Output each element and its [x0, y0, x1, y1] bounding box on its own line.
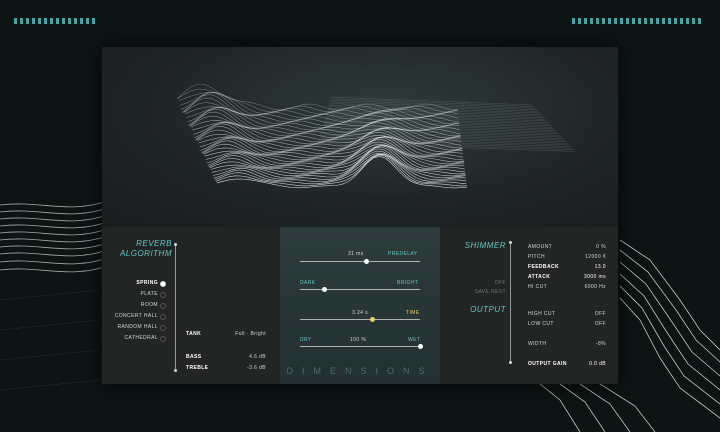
waterfall-trace: [214, 154, 467, 185]
center-controls-panel: 31 ms PREDELAY DARK BRIGHT 3.24 s TIME D…: [280, 227, 440, 384]
grid-line: [331, 98, 534, 107]
shimmer-side-save[interactable]: SAVE NEXT: [448, 289, 506, 295]
shimmer-param-value[interactable]: 6000 Hz: [570, 284, 606, 290]
grid-line: [320, 132, 566, 141]
brand-logo: DIMENSIONS: [286, 366, 434, 376]
grid-line: [317, 141, 575, 150]
algorithm-radio[interactable]: [160, 281, 166, 287]
tone-slider-track[interactable]: [300, 289, 420, 290]
waterfall-plot: [176, 83, 576, 189]
drywet-slider-track[interactable]: [300, 346, 420, 347]
time-label: TIME: [406, 310, 420, 316]
drywet-slider-knob[interactable]: [417, 344, 423, 349]
grid-line: [327, 111, 546, 120]
algorithm-option[interactable]: CATHEDRAL: [106, 335, 158, 341]
tone-slider-knob[interactable]: [321, 287, 327, 292]
algorithm-radio[interactable]: [160, 336, 166, 342]
output-param-value[interactable]: OFF: [570, 321, 606, 327]
shimmer-param-value[interactable]: 0 %: [570, 244, 606, 250]
output-param-value[interactable]: -8%: [570, 341, 606, 347]
algorithm-panel: REVERB ALGORITHM SPRING PLATE ROOM CONCERT …: [102, 227, 280, 384]
top-left-indicator-strip: [14, 18, 95, 24]
output-param-label: LOW CUT: [528, 321, 554, 327]
output-param-label: HIGH CUT: [528, 311, 556, 317]
algorithm-radio[interactable]: [160, 314, 166, 320]
output-param-value[interactable]: 0.0 dB: [570, 361, 606, 367]
predelay-slider-track[interactable]: [300, 261, 420, 262]
algorithm-radio[interactable]: [160, 303, 166, 309]
time-slider-track[interactable]: [300, 319, 420, 320]
shimmer-param-label: PITCH: [528, 254, 545, 260]
drywet-value: 100 %: [350, 337, 367, 343]
shimmer-output-panel: SHIMMER OFF SAVE NEXT OUTPUT AMOUNT 0 % PI…: [440, 227, 618, 384]
shimmer-param-label: FEEDBACK: [528, 264, 559, 270]
algorithm-option[interactable]: CONCERT HALL: [106, 313, 158, 319]
predelay-value: 31 ms: [348, 251, 364, 257]
algorithm-radio[interactable]: [160, 325, 166, 331]
right-divider-top-dot: [509, 241, 512, 244]
algorithm-title-line1: REVERB: [136, 239, 172, 248]
reverb-visualizer: [102, 47, 618, 227]
grid-line: [321, 128, 563, 138]
algorithm-radio[interactable]: [160, 292, 166, 298]
time-slider-knob[interactable]: [369, 317, 375, 322]
shimmer-param-value[interactable]: 13.0: [570, 264, 606, 270]
right-divider: [510, 243, 511, 363]
output-param-label: WIDTH: [528, 341, 547, 347]
top-right-indicator-strip: [572, 18, 701, 24]
shimmer-param-value[interactable]: 3000 ms: [570, 274, 606, 280]
output-title: OUTPUT: [470, 305, 506, 314]
algorithm-option[interactable]: SPRING: [106, 280, 158, 286]
shimmer-param-label: ATTACK: [528, 274, 551, 280]
bass-label: BASS: [186, 354, 202, 360]
wet-label: WET: [408, 337, 421, 343]
grid-line: [330, 100, 536, 109]
dark-label: DARK: [300, 280, 316, 286]
predelay-slider-knob[interactable]: [363, 259, 369, 264]
algorithm-option[interactable]: RANDOM HALL: [106, 324, 158, 330]
algorithm-title-line2: ALGORITHM: [119, 249, 172, 258]
shimmer-param-label: AMOUNT: [528, 244, 553, 250]
divider-bottom-dot: [174, 369, 177, 372]
grid-line: [331, 96, 533, 106]
algorithm-option[interactable]: ROOM: [106, 302, 158, 308]
plugin-window: REVERB ALGORITHM SPRING PLATE ROOM CONCERT …: [102, 47, 618, 384]
algorithm-divider: [175, 245, 176, 371]
time-value: 3.24 s: [352, 310, 369, 316]
dry-label: DRY: [300, 337, 312, 343]
right-divider-bottom-dot: [509, 361, 512, 364]
treble-label: TREBLE: [186, 365, 209, 371]
algorithm-option[interactable]: PLATE: [106, 291, 158, 297]
shimmer-param-value[interactable]: 12000 ¢: [570, 254, 606, 260]
output-param-value[interactable]: OFF: [570, 311, 606, 317]
bright-label: BRIGHT: [397, 280, 419, 286]
shimmer-title: SHIMMER: [464, 241, 506, 250]
grid-line: [324, 119, 554, 128]
bass-value[interactable]: 4.6 dB: [220, 354, 266, 360]
output-param-label: OUTPUT GAIN: [528, 361, 567, 367]
shimmer-param-label: HI CUT: [528, 284, 548, 290]
tank-label: TANK: [186, 331, 202, 337]
waterfall-trace: [205, 143, 465, 167]
predelay-label: PREDELAY: [388, 251, 418, 257]
divider-top-dot: [174, 243, 177, 246]
tank-value[interactable]: Full · Bright: [220, 331, 266, 337]
shimmer-side-off[interactable]: OFF: [448, 280, 506, 286]
treble-value[interactable]: -3.6 dB: [220, 365, 266, 371]
